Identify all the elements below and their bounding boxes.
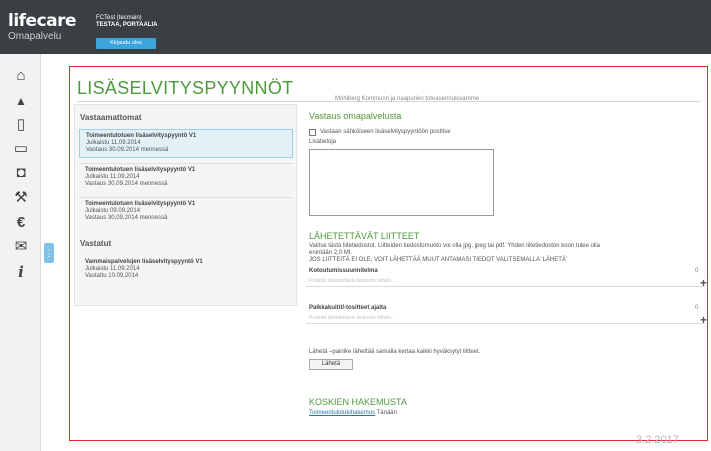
euro-icon[interactable]: € [10, 212, 32, 234]
user-info: FCTest (tecmain) TESTAA, PORTAALIA [96, 15, 157, 29]
top-header: lifecare Omapalvelu FCTest (tecmain) TES… [0, 0, 711, 54]
highlight-frame [69, 66, 708, 441]
info-icon[interactable]: i [10, 261, 32, 283]
user-name: TESTAA, PORTAALIA [96, 22, 158, 28]
logo-brand: lifecare [8, 11, 77, 31]
home-icon[interactable]: ⌂ [10, 65, 32, 87]
user-id: FCTest (tecmain) [96, 15, 142, 21]
drawer-handle-icon[interactable]: ⋮ [44, 243, 54, 263]
tools-icon[interactable]: ⚒ [10, 187, 32, 209]
inbox-icon[interactable]: ◘ [10, 162, 32, 184]
person-icon[interactable]: ▲ [10, 90, 32, 112]
logout-button[interactable]: Kirjaudu ulos [96, 38, 156, 49]
date-stamp: 3.2.2017 [636, 434, 679, 446]
mail-icon[interactable]: ✉ [10, 236, 32, 258]
logo-product: Omapalvelu [8, 31, 62, 42]
documents-icon[interactable]: ▭ [10, 138, 32, 160]
sidebar-nav: ⌂ ▲ ▯ ▭ ◘ ⚒ € ✉ i [0, 54, 41, 451]
document-icon[interactable]: ▯ [10, 114, 32, 136]
app-logo[interactable]: lifecare Omapalvelu [8, 11, 77, 43]
